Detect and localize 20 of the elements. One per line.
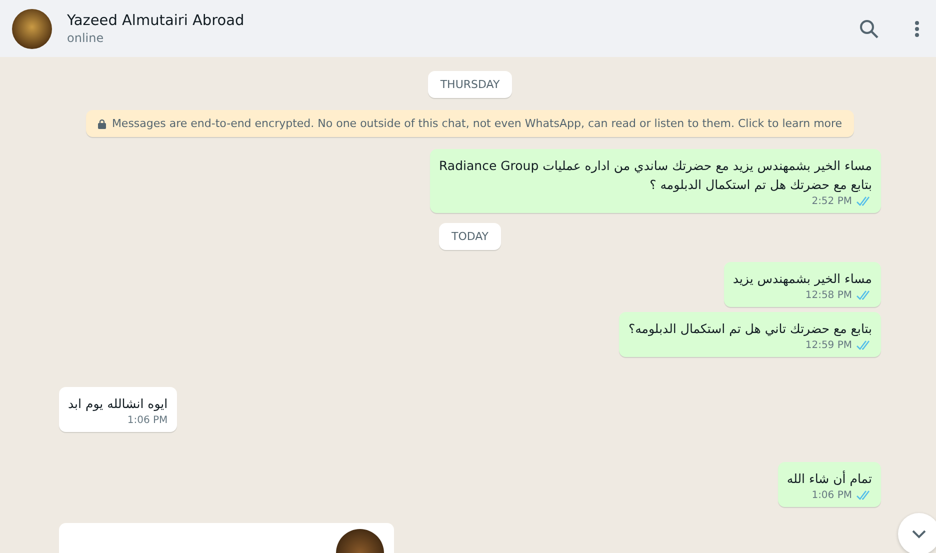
date-label: TODAY — [439, 223, 501, 250]
message-text: مساء الخير بشمهندس يزيد مع حضرتك ساندي من اداره عمليات Radiance Group — [439, 157, 872, 175]
message-text: مساء الخير بشمهندس يزيد — [732, 270, 872, 288]
message-time: 1:06 PM — [127, 415, 168, 426]
message-time: 1:06 PM — [812, 490, 852, 501]
chevron-down-icon — [911, 529, 927, 539]
message-time: 12:59 PM — [805, 340, 852, 351]
contact-status: online — [67, 30, 104, 44]
lock-icon — [98, 118, 106, 128]
message-text: بتابع مع حضرتك هل تم استكمال الدبلومه ؟ — [648, 176, 872, 194]
avatar-photo[interactable] — [12, 8, 52, 48]
message-text: تمام أن شاء الله — [786, 470, 872, 488]
message-time: 12:58 PM — [805, 290, 852, 301]
date-label: THURSDAY — [428, 71, 512, 98]
message-text: ايوه انشالله يوم ابد — [68, 395, 168, 413]
contact-name: Yazeed Almutairi Abroad — [67, 12, 244, 28]
encryption-notice[interactable]: Messages are end-to-end encrypted. No one outside of this chat, not even WhatsApp, can read or listen to them. Click to learn more — [86, 110, 854, 137]
message-time: 2:52 PM — [812, 196, 852, 207]
message-text: بتابع مع حضرتك تاني هل تم استكمال الدبلومه؟ — [628, 320, 872, 338]
notice-text: Messages are end-to-end encrypted. No one outside of this chat, not even WhatsApp, can read or listen to them. Click to learn more — [112, 117, 842, 130]
